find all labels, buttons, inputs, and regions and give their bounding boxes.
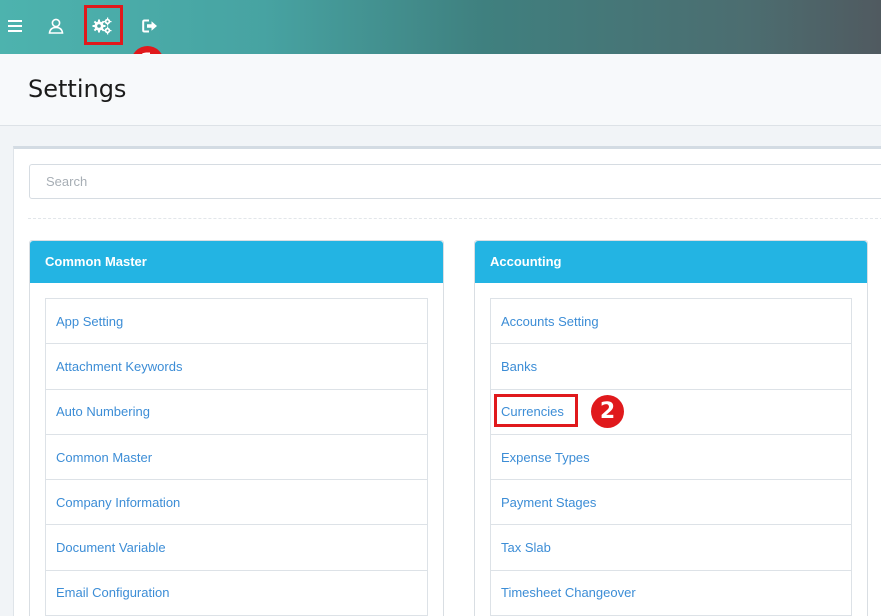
- link-document-variable[interactable]: Document Variable: [46, 525, 427, 571]
- top-navbar: [0, 0, 881, 54]
- panel-header-accounting: Accounting: [475, 241, 867, 283]
- user-icon[interactable]: [40, 11, 72, 41]
- link-accounts-setting[interactable]: Accounts Setting: [491, 299, 851, 345]
- panel-accounting: Accounting Accounts Setting Banks Curren…: [474, 240, 868, 616]
- panel-body: Accounts Setting Banks Currencies Expens…: [475, 283, 867, 616]
- link-auto-numbering[interactable]: Auto Numbering: [46, 390, 427, 435]
- settings-list: Accounts Setting Banks Currencies Expens…: [490, 298, 852, 616]
- link-app-setting[interactable]: App Setting: [46, 299, 427, 345]
- settings-list: App Setting Attachment Keywords Auto Num…: [45, 298, 428, 616]
- logout-icon[interactable]: [134, 11, 166, 41]
- step-badge-2: 2: [591, 395, 624, 428]
- page-title: Settings: [28, 75, 127, 103]
- link-common-master[interactable]: Common Master: [46, 435, 427, 481]
- menu-icon[interactable]: [0, 11, 30, 41]
- panel-header-common-master: Common Master: [30, 241, 443, 283]
- link-banks[interactable]: Banks: [491, 344, 851, 390]
- link-payment-stages[interactable]: Payment Stages: [491, 480, 851, 526]
- highlight-box-currencies: [494, 394, 578, 427]
- link-expense-types[interactable]: Expense Types: [491, 435, 851, 481]
- panel-common-master: Common Master App Setting Attachment Key…: [29, 240, 444, 616]
- page-header: Settings: [0, 54, 881, 126]
- link-tax-slab[interactable]: Tax Slab: [491, 525, 851, 571]
- divider: [28, 218, 881, 219]
- search-input[interactable]: [29, 164, 881, 199]
- panel-body: App Setting Attachment Keywords Auto Num…: [30, 283, 443, 616]
- link-timesheet-changeover[interactable]: Timesheet Changeover: [491, 571, 851, 616]
- link-attachment-keywords[interactable]: Attachment Keywords: [46, 344, 427, 390]
- link-email-configuration[interactable]: Email Configuration: [46, 571, 427, 616]
- highlight-box-settings: [84, 5, 123, 45]
- link-company-information[interactable]: Company Information: [46, 480, 427, 526]
